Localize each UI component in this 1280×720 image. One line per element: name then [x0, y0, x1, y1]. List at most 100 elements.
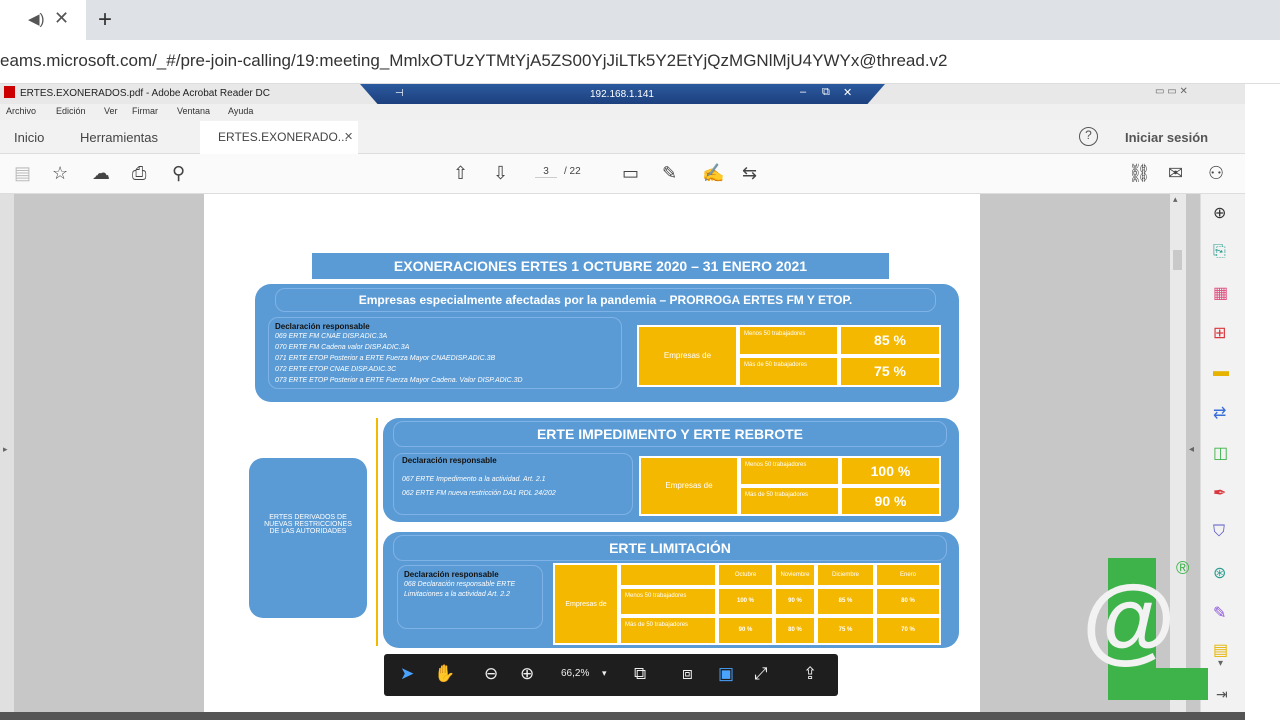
create-pdf-icon[interactable]: ⊞ — [1213, 323, 1226, 343]
speaker-icon[interactable]: ◀) — [28, 10, 45, 28]
compare-icon[interactable]: ◫ — [1213, 443, 1228, 463]
decl-line-070: 070 ERTE FM Cadena valor DISP.ADIC.3A — [275, 344, 410, 351]
export-pdf-icon[interactable]: ⎘ — [1213, 243, 1226, 261]
menu-firmar[interactable]: Firmar — [132, 106, 158, 116]
browser-tab[interactable]: ◀) ✕ — [0, 0, 86, 40]
left-panel-toggle[interactable]: ▸ — [0, 194, 14, 720]
zoom-search-icon[interactable]: ⚲ — [172, 163, 185, 184]
edit-icon[interactable]: ✎ — [1213, 603, 1226, 623]
right-margin — [1245, 84, 1280, 720]
tab-file-label[interactable]: ERTES.EXONERADO... — [218, 130, 348, 144]
page-up-icon[interactable]: ⇧ — [453, 163, 468, 184]
section-3-heading: ERTE LIMITACIÓN — [393, 535, 947, 561]
export-icon[interactable]: ⇪ — [803, 664, 817, 684]
zoom-tool-icon[interactable]: ⊕ — [1213, 203, 1226, 223]
rdp-close-icon[interactable]: ✕ — [843, 86, 852, 99]
slide-title: EXONERACIONES ERTES 1 OCTUBRE 2020 – 31 … — [312, 253, 889, 279]
share-icon[interactable]: ⇆ — [742, 163, 757, 184]
section-1-heading: Empresas especialmente afectadas por la … — [275, 288, 936, 312]
star-icon[interactable]: ☆ — [52, 163, 68, 184]
section-1-row-1: Menos 50 trabajadores — [738, 325, 839, 356]
section-2-decl-title: Declaración responsable — [402, 456, 497, 465]
cell-r2-c2: 80 % — [774, 616, 816, 645]
cell-r2-c4: 70 % — [875, 616, 941, 645]
sign-icon[interactable]: ✍ — [702, 163, 724, 184]
comment-icon[interactable]: ▭ — [622, 163, 639, 184]
more-tools-icon[interactable]: ▤ — [1213, 640, 1228, 660]
page-view-icon[interactable]: ⧉ — [634, 664, 646, 684]
acrobat-tab-bar — [0, 120, 1245, 154]
decl-line-062: 062 ERTE FM nueva restricción DA1 RDL 24… — [402, 490, 556, 497]
pin-icon[interactable]: ⊣ — [395, 88, 404, 99]
window-controls-icon[interactable]: ▭ ▭ ✕ — [1155, 86, 1188, 97]
left-box-restrictions: ERTES DERIVADOS DE NUEVAS RESTRICCIONES … — [249, 458, 367, 618]
section-1-decl-lines: 069 ERTE FM CNAE DISP.ADIC.3A 070 ERTE F… — [269, 331, 621, 386]
section-1-row-2: Más de 50 trabajadores — [738, 356, 839, 387]
save-icon[interactable]: ▤ — [14, 163, 31, 184]
menu-ayuda[interactable]: Ayuda — [228, 106, 253, 116]
new-tab-button[interactable]: + — [98, 6, 112, 34]
menu-archivo[interactable]: Archivo — [6, 106, 36, 116]
right-panel-collapse-icon[interactable]: ◂ — [1189, 444, 1194, 455]
signature-icon[interactable]: ✒ — [1213, 483, 1226, 503]
sign-in-button[interactable]: Iniciar sesión — [1125, 130, 1208, 145]
accessibility-icon[interactable]: ⊛ — [1213, 563, 1226, 583]
help-icon[interactable]: ? — [1079, 127, 1098, 146]
upload-cloud-icon[interactable]: ☁ — [92, 163, 110, 184]
close-tab-icon[interactable]: ✕ — [54, 8, 69, 29]
link-icon[interactable]: ⛓ — [1128, 163, 1151, 184]
browser-tab-strip — [0, 0, 1280, 40]
section-3-row-2: Más de 50 trabajadores — [619, 616, 717, 645]
tab-herramientas[interactable]: Herramientas — [80, 130, 158, 145]
rdp-minimize-icon[interactable]: – — [800, 86, 806, 98]
panel-down-icon[interactable]: ▾ — [1218, 658, 1223, 669]
section-2-empresas: Empresas de — [639, 456, 739, 516]
page-number-input[interactable]: 3 — [535, 166, 557, 178]
zoom-dropdown-icon[interactable]: ▾ — [602, 668, 607, 679]
fit-page-icon[interactable]: ⧈ — [682, 664, 693, 684]
cell-r2-c3: 75 % — [816, 616, 875, 645]
section-1-empresas: Empresas de — [637, 325, 738, 387]
organize-pages-icon[interactable]: ▦ — [1213, 283, 1228, 303]
zoom-in-icon[interactable]: ⊕ — [520, 664, 534, 684]
decl-line-068: 068 Declaración responsable ERTE Limitac… — [404, 581, 516, 598]
month-header-3: Diciembre — [816, 563, 875, 587]
decl-line-073: 073 ERTE ETOP Posterior a ERTE Fuerza Ma… — [275, 377, 523, 384]
highlight-pen-icon[interactable]: ✎ — [662, 163, 677, 184]
page-total: / 22 — [564, 166, 581, 177]
select-cursor-icon[interactable]: ➤ — [400, 664, 414, 684]
fill-sign-icon[interactable]: ⇄ — [1213, 403, 1226, 423]
zoom-out-icon[interactable]: ⊖ — [484, 664, 498, 684]
section-2-row-2: Más de 50 trabajadores — [739, 486, 840, 516]
acrobat-logo-icon — [4, 86, 15, 98]
section-1-pct-2: 75 % — [839, 356, 941, 387]
month-header-4: Enero — [875, 563, 941, 587]
menu-ventana[interactable]: Ventana — [177, 106, 210, 116]
page-down-icon[interactable]: ⇩ — [493, 163, 508, 184]
fit-width-icon[interactable]: ▣ — [718, 664, 734, 684]
mail-icon[interactable]: ✉ — [1168, 163, 1183, 184]
section-2-decl-box: Declaración responsable 067 ERTE Impedim… — [393, 453, 633, 515]
section-1-decl-title: Declaración responsable — [275, 322, 370, 331]
print-icon[interactable]: ⎙ — [132, 163, 146, 184]
close-file-tab-icon[interactable]: ✕ — [344, 130, 353, 143]
zoom-level[interactable]: 66,2% — [561, 668, 589, 679]
section-3-row-1: Menos 50 trabajadores — [619, 587, 717, 616]
fullscreen-icon[interactable]: ⤢ — [754, 664, 768, 684]
url-text[interactable]: eams.microsoft.com/_#/pre-join-calling/1… — [0, 51, 948, 71]
expand-panel-icon[interactable]: ⇥ — [1216, 686, 1228, 703]
menu-ver[interactable]: Ver — [104, 106, 118, 116]
decl-line-069: 069 ERTE FM CNAE DISP.ADIC.3A — [275, 333, 388, 340]
tab-inicio[interactable]: Inicio — [14, 130, 44, 145]
rdp-host: 192.168.1.141 — [590, 89, 654, 100]
at-sign-logo-icon: @ — [1082, 566, 1176, 673]
section-2-row-1: Menos 50 trabajadores — [739, 456, 840, 486]
add-user-icon[interactable]: ⚇ — [1208, 163, 1224, 184]
decl-line-067: 067 ERTE Impedimento a la actividad. Art… — [402, 476, 546, 483]
comment-tool-icon[interactable]: ▬ — [1213, 363, 1229, 381]
hand-tool-icon[interactable]: ✋ — [434, 664, 455, 684]
rdp-restore-icon[interactable]: ⧉ — [822, 86, 830, 99]
protect-icon[interactable]: ⛉ — [1213, 523, 1225, 541]
decl-line-071: 071 ERTE ETOP Posterior a ERTE Fuerza Ma… — [275, 355, 496, 362]
menu-edicion[interactable]: Edición — [56, 106, 86, 116]
